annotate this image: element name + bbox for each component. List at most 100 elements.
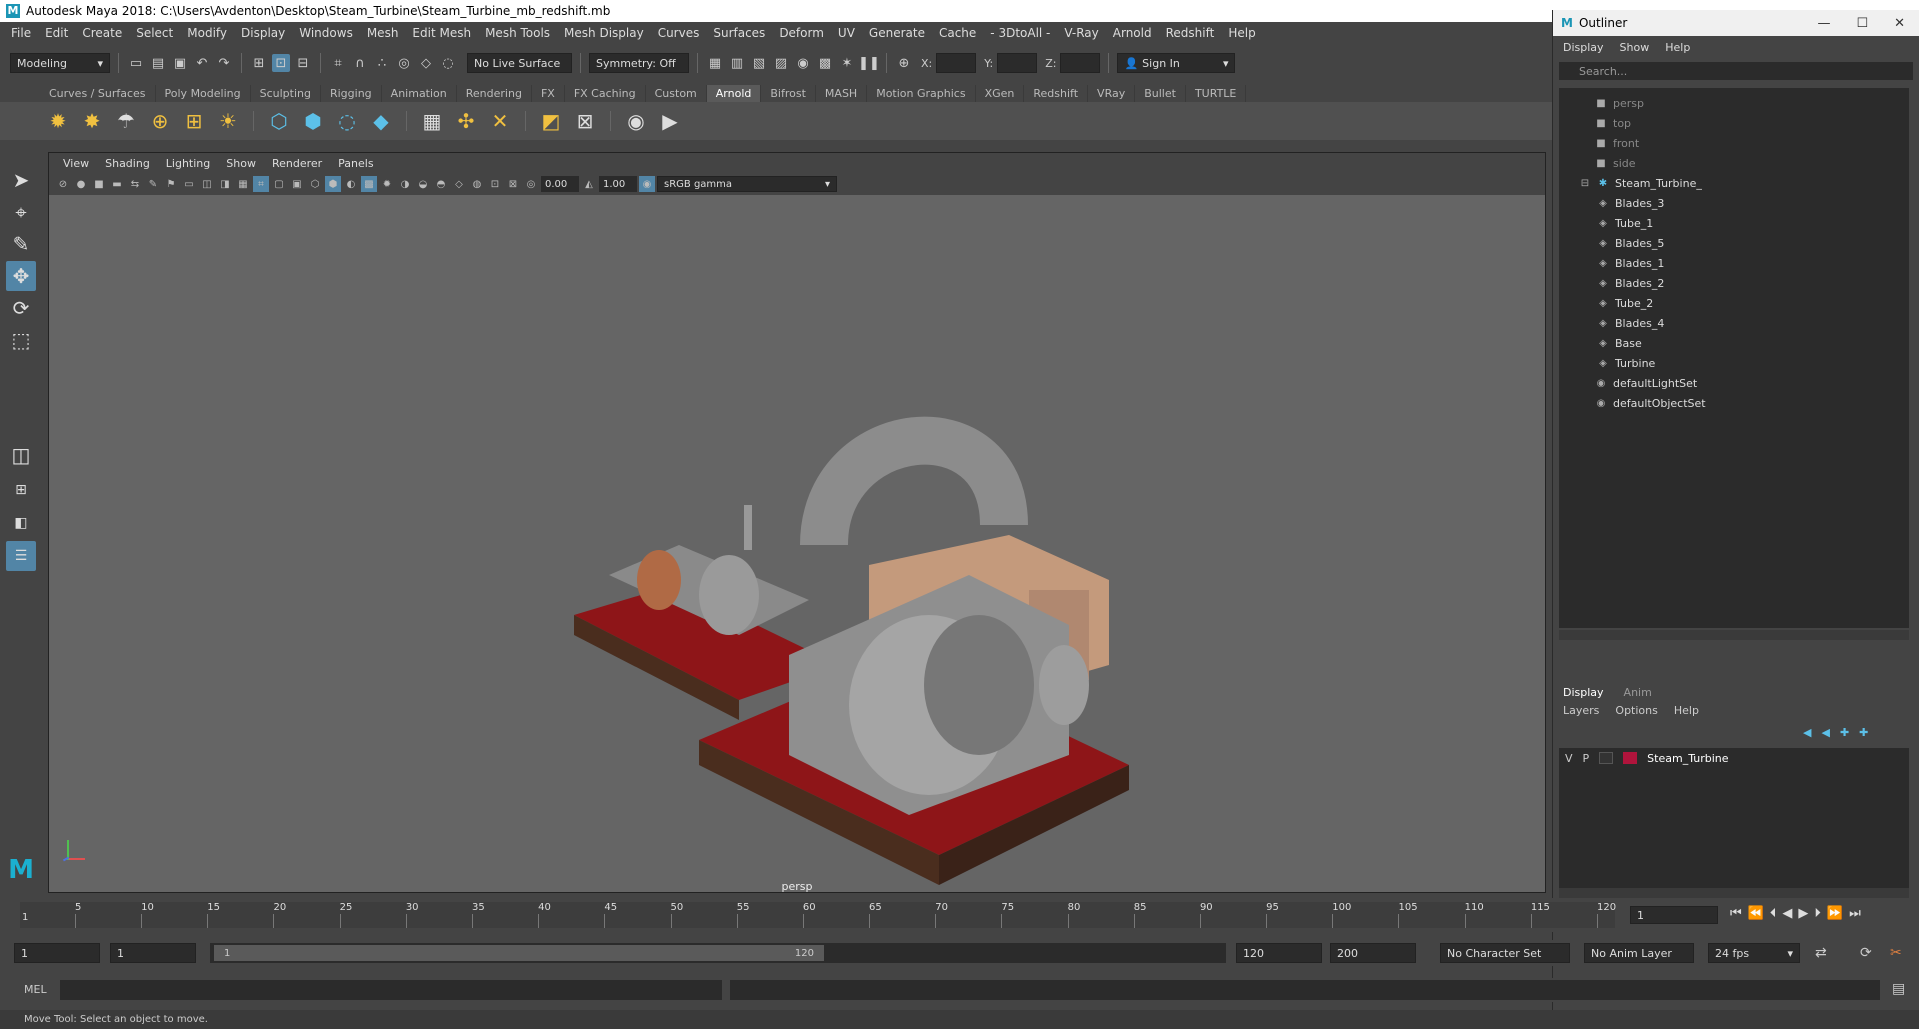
gate-mask-icon[interactable]: ◨ xyxy=(217,176,233,192)
skydome-light-icon[interactable]: ⊕ xyxy=(147,108,173,134)
color-space-dropdown[interactable]: sRGB gamma ▾ xyxy=(657,176,837,192)
new-scene-icon[interactable]: ▭ xyxy=(127,54,145,72)
rotate-tool-icon[interactable]: ⟳ xyxy=(6,293,36,323)
menu-vray[interactable]: V-Ray xyxy=(1057,26,1105,40)
step-forward-key-icon[interactable]: ⏵ xyxy=(1814,906,1821,921)
shelf-tab-vray[interactable]: VRay xyxy=(1088,85,1136,102)
outliner-layout-icon[interactable]: ☰ xyxy=(6,541,36,571)
move-layer-up-icon[interactable]: ◀ xyxy=(1803,726,1811,739)
tree-item-tube-1[interactable]: ◈ Tube_1 xyxy=(1597,214,1653,232)
menu-create[interactable]: Create xyxy=(75,26,129,40)
tree-item-tube-2[interactable]: ◈ Tube_2 xyxy=(1597,294,1653,312)
menu-generate[interactable]: Generate xyxy=(862,26,932,40)
shelf-tab-redshift[interactable]: Redshift xyxy=(1024,85,1089,102)
tree-item-side[interactable]: ■ side xyxy=(1595,154,1635,172)
flush-cache-icon[interactable]: ✕ xyxy=(487,108,513,134)
bookmarks-icon[interactable]: ■ xyxy=(91,176,107,192)
scale-tool-icon[interactable]: ⬚ xyxy=(6,325,36,355)
four-view-layout-icon[interactable]: ⊞ xyxy=(6,475,36,505)
pause-icon[interactable]: ❚❚ xyxy=(858,54,880,72)
tree-item-base[interactable]: ◈ Base xyxy=(1597,334,1642,352)
loop-icon[interactable]: ⇄ xyxy=(1815,945,1827,961)
lasso-tool-icon[interactable]: ⌖ xyxy=(6,197,36,227)
outliner-search-input[interactable]: Search... xyxy=(1559,62,1913,80)
layer-playback-toggle[interactable]: P xyxy=(1583,752,1590,765)
shelf-tab-rigging[interactable]: Rigging xyxy=(321,85,382,102)
tree-item-blades-4[interactable]: ◈ Blades_4 xyxy=(1597,314,1664,332)
3d-viewport[interactable]: persp xyxy=(49,195,1545,893)
menu-windows[interactable]: Windows xyxy=(292,26,360,40)
select-component-icon[interactable]: ⊟ xyxy=(294,54,312,72)
export-standin-icon[interactable]: ⬢ xyxy=(300,108,326,134)
field-chart-icon[interactable]: ▦ xyxy=(235,176,251,192)
tree-item-default-light-set[interactable]: ◉ defaultLightSet xyxy=(1595,374,1698,392)
create-curve-collector-icon[interactable]: ◆ xyxy=(368,108,394,134)
area-light-icon[interactable]: ✹ xyxy=(45,108,71,134)
tree-item-steam-turbine[interactable]: ⊟ ✱ Steam_Turbine_ xyxy=(1579,174,1702,192)
tree-item-top[interactable]: ■ top xyxy=(1595,114,1631,132)
select-object-icon[interactable]: ⊡ xyxy=(272,54,290,72)
symmetry-dropdown[interactable]: Symmetry: Off xyxy=(589,53,689,73)
motion-blur-icon[interactable]: ◓ xyxy=(433,176,449,192)
tree-item-blades-2[interactable]: ◈ Blades_2 xyxy=(1597,274,1664,292)
layer-menu-options[interactable]: Options xyxy=(1615,704,1657,717)
layer-menu-layers[interactable]: Layers xyxy=(1563,704,1599,717)
physical-sky-icon[interactable]: ☀ xyxy=(215,108,241,134)
outliner-menu-display[interactable]: Display xyxy=(1563,41,1604,54)
menu-mesh-tools[interactable]: Mesh Tools xyxy=(478,26,557,40)
xray-icon[interactable]: ⊡ xyxy=(487,176,503,192)
snap-grid-icon[interactable]: ⌗ xyxy=(329,54,347,72)
menu-edit-mesh[interactable]: Edit Mesh xyxy=(405,26,478,40)
viewport-menu-lighting[interactable]: Lighting xyxy=(158,157,218,170)
sign-in-button[interactable]: 👤 Sign In ▾ xyxy=(1117,53,1236,73)
single-perspective-layout-icon[interactable]: ◫ xyxy=(6,440,36,470)
preferences-icon[interactable]: ✂ xyxy=(1890,945,1902,961)
material-icon[interactable]: ◩ xyxy=(538,108,564,134)
playback-start-field[interactable]: 1 xyxy=(110,943,196,963)
shelf-tab-bullet[interactable]: Bullet xyxy=(1135,85,1186,102)
flush-textures-icon[interactable]: ✣ xyxy=(453,108,479,134)
film-gate-icon[interactable]: ▭ xyxy=(181,176,197,192)
menu-mesh-display[interactable]: Mesh Display xyxy=(557,26,651,40)
snap-point-icon[interactable]: ∴ xyxy=(373,54,391,72)
use-all-lights-icon[interactable]: ✹ xyxy=(379,176,395,192)
render-view-icon[interactable]: ▩ xyxy=(816,54,834,72)
shelf-tab-mash[interactable]: MASH xyxy=(816,85,868,102)
maximize-icon[interactable]: ☐ xyxy=(1856,16,1868,31)
step-back-key-icon[interactable]: ⏴ xyxy=(1770,906,1777,921)
step-back-icon[interactable]: ⏪ xyxy=(1748,906,1764,921)
safe-title-icon[interactable]: ▣ xyxy=(289,176,305,192)
camera-attributes-icon[interactable]: ● xyxy=(73,176,89,192)
render-frame-icon[interactable]: ▦ xyxy=(706,54,724,72)
render-settings-icon[interactable]: ▨ xyxy=(772,54,790,72)
playback-end-field[interactable]: 120 xyxy=(1236,943,1322,963)
menu-select[interactable]: Select xyxy=(129,26,180,40)
menu-3dtoall[interactable]: - 3DtoAll - xyxy=(983,26,1057,40)
layer-visibility-toggle[interactable]: V xyxy=(1565,752,1573,765)
character-set-dropdown[interactable]: No Character Set xyxy=(1440,943,1570,963)
isolate-select-icon[interactable]: ◍ xyxy=(469,176,485,192)
wireframe-icon[interactable]: ⬡ xyxy=(307,176,323,192)
light-editor-icon[interactable]: ✶ xyxy=(838,54,856,72)
x-field[interactable] xyxy=(936,53,977,73)
shelf-tab-xgen[interactable]: XGen xyxy=(976,85,1025,102)
current-frame-field[interactable]: 1 xyxy=(1630,906,1718,924)
anti-aliasing-icon[interactable]: ◇ xyxy=(451,176,467,192)
snap-live-icon[interactable]: ◌ xyxy=(439,54,457,72)
shelf-tab-fx-caching[interactable]: FX Caching xyxy=(565,85,646,102)
menu-help[interactable]: Help xyxy=(1221,26,1262,40)
snap-view-icon[interactable]: ◎ xyxy=(395,54,413,72)
anim-layer-dropdown[interactable]: No Anim Layer xyxy=(1584,943,1694,963)
go-to-end-icon[interactable]: ⏭ xyxy=(1849,906,1861,921)
open-scene-icon[interactable]: ▤ xyxy=(149,54,167,72)
layer-menu-help[interactable]: Help xyxy=(1674,704,1699,717)
menu-file[interactable]: File xyxy=(4,26,38,40)
timeline-track[interactable]: 1 5 10 15 20 25 30 35 40 45 50 55 60 65 70 75 80 85 90 95 1… xyxy=(20,902,1616,928)
lock-camera-icon[interactable]: ⚑ xyxy=(163,176,179,192)
ipr-render-icon[interactable]: ▧ xyxy=(750,54,768,72)
tree-item-blades-1[interactable]: ◈ Blades_1 xyxy=(1597,254,1664,272)
ambient-occlusion-icon[interactable]: ◒ xyxy=(415,176,431,192)
menu-uv[interactable]: UV xyxy=(831,26,862,40)
select-tool-icon[interactable]: ➤ xyxy=(6,165,36,195)
paint-select-icon[interactable]: ✎ xyxy=(6,229,36,259)
